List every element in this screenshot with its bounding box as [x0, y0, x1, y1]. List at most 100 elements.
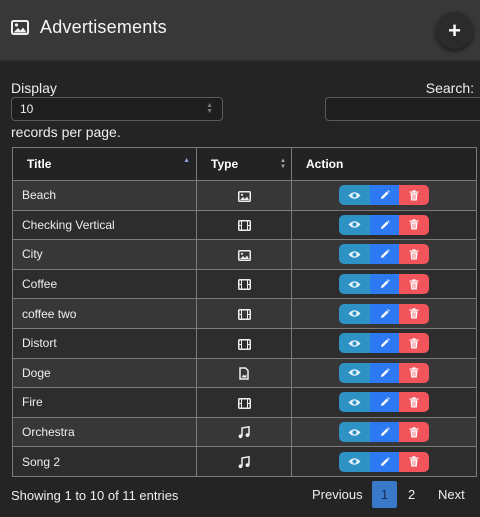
eye-icon [348, 422, 361, 442]
edit-button[interactable] [370, 422, 399, 443]
edit-button[interactable] [370, 185, 399, 206]
view-button[interactable] [339, 244, 370, 265]
table-row: Fire [12, 387, 477, 418]
add-advertisement-button[interactable]: + [436, 12, 473, 49]
table-row: Checking Vertical [12, 209, 477, 241]
pencil-icon [380, 452, 390, 472]
image-icon [237, 188, 251, 202]
table-row: Coffee [12, 268, 477, 300]
row-type [196, 180, 292, 211]
pencil-icon [380, 185, 390, 205]
delete-button[interactable] [399, 214, 429, 235]
column-header-title[interactable]: Title ▲ [12, 147, 197, 181]
row-actions [291, 239, 477, 270]
edit-button[interactable] [370, 451, 399, 472]
row-title: Song 2 [12, 446, 197, 477]
display-label: Display [11, 80, 57, 96]
action-button-group [339, 214, 429, 235]
view-button[interactable] [339, 185, 370, 206]
search-label: Search: [425, 80, 474, 96]
action-button-group [339, 185, 429, 206]
view-button[interactable] [339, 274, 370, 295]
row-title: coffee two [12, 298, 197, 329]
eye-icon [348, 363, 361, 383]
edit-button[interactable] [370, 244, 399, 265]
delete-button[interactable] [399, 392, 429, 413]
image-icon [11, 20, 29, 35]
view-button[interactable] [339, 214, 370, 235]
row-type [196, 268, 292, 300]
trash-icon [409, 363, 419, 383]
edit-button[interactable] [370, 333, 399, 354]
table-row: Distort [12, 327, 477, 359]
records-per-page-label: records per page. [11, 124, 121, 140]
delete-button[interactable] [399, 422, 429, 443]
view-button[interactable] [339, 303, 370, 324]
row-type [196, 416, 292, 448]
eye-icon [348, 392, 361, 412]
delete-button[interactable] [399, 451, 429, 472]
trash-icon [409, 274, 419, 294]
delete-button[interactable] [399, 362, 429, 383]
pencil-icon [380, 363, 390, 383]
advertisements-table: Title ▲ Type ▲ ▼ Action Beach Checking Ver… [12, 147, 477, 477]
music-icon [238, 425, 250, 439]
delete-button[interactable] [399, 333, 429, 354]
row-type [196, 209, 292, 241]
row-actions [291, 446, 477, 477]
search-input[interactable] [325, 97, 480, 121]
delete-button[interactable] [399, 274, 429, 295]
row-type [196, 446, 292, 477]
row-type [196, 357, 292, 389]
delete-button[interactable] [399, 185, 429, 206]
row-type [196, 387, 292, 418]
page-header: Advertisements + [0, 0, 480, 61]
edit-button[interactable] [370, 362, 399, 383]
page-title: Advertisements [40, 17, 167, 37]
trash-icon [409, 304, 419, 324]
edit-button[interactable] [370, 214, 399, 235]
row-title: Distort [12, 327, 197, 359]
view-button[interactable] [339, 422, 370, 443]
pencil-icon [380, 304, 390, 324]
eye-icon [348, 244, 361, 264]
pencil-icon [380, 274, 390, 294]
records-per-page-select[interactable]: 10 ▲ ▼ [11, 97, 223, 121]
edit-button[interactable] [370, 274, 399, 295]
row-actions [291, 268, 477, 300]
table-row: Beach [12, 180, 477, 211]
eye-icon [348, 304, 361, 324]
row-actions [291, 357, 477, 389]
previous-page-button[interactable]: Previous [312, 487, 363, 514]
next-page-button[interactable]: Next [438, 487, 465, 514]
view-button[interactable] [339, 451, 370, 472]
trash-icon [409, 422, 419, 442]
pagination-info: Showing 1 to 10 of 11 entries [11, 488, 179, 503]
trash-icon [409, 392, 419, 412]
table-row: Orchestra [12, 416, 477, 448]
delete-button[interactable] [399, 244, 429, 265]
pencil-icon [380, 215, 390, 235]
eye-icon [348, 274, 361, 294]
trash-icon [409, 452, 419, 472]
action-button-group [339, 422, 429, 443]
image-icon [237, 247, 251, 261]
action-button-group [339, 244, 429, 265]
edit-button[interactable] [370, 392, 399, 413]
page-1-button[interactable]: 1 [372, 481, 397, 508]
delete-button[interactable] [399, 303, 429, 324]
film-icon [237, 277, 251, 291]
page-2-button[interactable]: 2 [408, 487, 415, 514]
view-button[interactable] [339, 362, 370, 383]
view-button[interactable] [339, 333, 370, 354]
row-title: Fire [12, 387, 197, 418]
eye-icon [348, 333, 361, 353]
column-header-type[interactable]: Type ▲ ▼ [196, 147, 292, 181]
action-button-group [339, 274, 429, 295]
film-icon [237, 307, 251, 321]
table-row: Song 2 [12, 446, 477, 477]
trash-icon [409, 185, 419, 205]
edit-button[interactable] [370, 303, 399, 324]
view-button[interactable] [339, 392, 370, 413]
sort-icon: ▲ ▼ [280, 158, 286, 170]
